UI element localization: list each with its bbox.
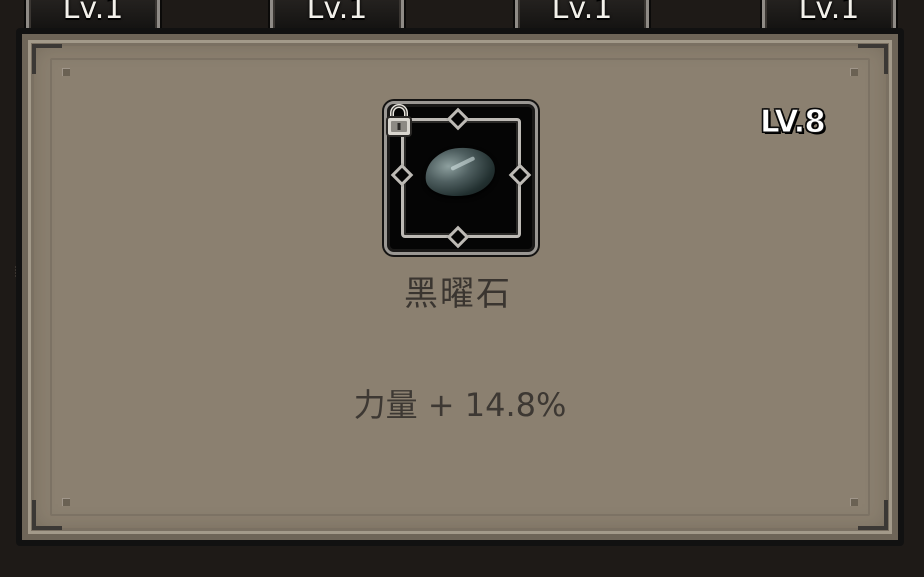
frame-corner [32,44,62,74]
level-tab-label: Lv.1 [551,0,613,26]
frame-corner [858,44,888,74]
frame-corner [858,500,888,530]
frame-corner [32,500,62,530]
level-tab-label: Lv.1 [62,0,124,26]
item-detail-screen: ⁞ Lv.1 Lv.1 Lv.1 Lv.1 LV.8 黑曜石 力量 + 14.8… [0,0,924,577]
rivet-decoration [62,68,70,76]
level-tab-label: Lv.1 [306,0,368,26]
lock-icon[interactable] [384,103,414,139]
rivet-decoration [850,498,858,506]
rivet-decoration [62,498,70,506]
item-name: 黑曜石 [404,274,512,314]
rivet-decoration [850,68,858,76]
item-level-badge: LV.8 [760,104,827,141]
item-stat: 力量 + 14.8% [353,386,567,424]
level-tab-label: Lv.1 [798,0,860,26]
